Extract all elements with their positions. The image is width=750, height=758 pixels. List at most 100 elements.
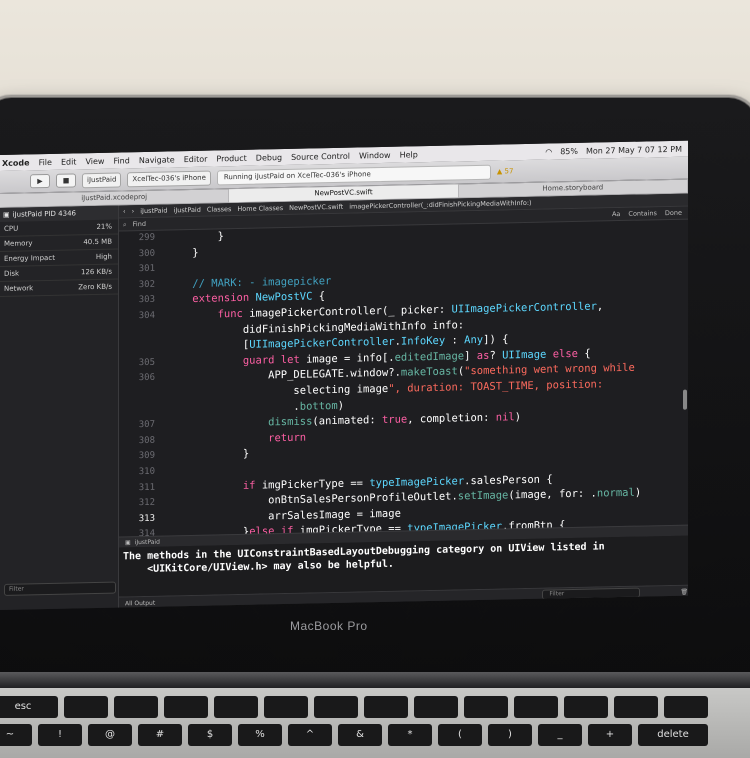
stop-button[interactable]: ■ [56,173,76,187]
menu-help[interactable]: Help [400,150,418,159]
code-area[interactable]: 299 300 301 302 303 304 305 306 307 308 … [119,220,688,537]
play-icon: ▶ [37,177,42,185]
key[interactable]: ! [38,724,82,746]
key[interactable] [214,696,258,718]
debug-navigator: ▣ iJustPaid PID 4346 CPU 21% Memory 40.5… [0,206,119,610]
line-number: 304 [119,309,155,325]
key[interactable] [64,696,108,718]
match-case-button[interactable]: Aa [612,210,620,218]
search-icon: ⌕ [123,220,127,229]
source-editor: ‹ › iJustPaid iJustPaid Classes Home Cla… [119,194,688,610]
line-number: 307 [119,418,155,434]
run-button[interactable]: ▶ [30,174,50,188]
debug-target-icon: ▣ [125,539,131,546]
output-selector[interactable]: All Output [125,599,155,607]
forward-icon[interactable]: › [132,207,135,215]
stop-icon: ■ [63,177,70,185]
key[interactable]: $ [188,724,232,746]
key[interactable]: & [338,724,382,746]
editor-scrollbar[interactable] [683,390,687,410]
line-number: 305 [119,356,155,372]
line-number: 308 [119,433,155,449]
gauge-network[interactable]: Network Zero KB/s [0,280,118,297]
jump-item[interactable]: iJustPaid [140,206,167,215]
key[interactable] [514,696,558,718]
keyboard: esc ~ ! @ # $ % ^ & * ( ) _ + delete [0,688,750,758]
line-number: 303 [119,293,155,309]
menu-debug[interactable]: Debug [256,153,282,163]
key[interactable]: % [238,724,282,746]
clock[interactable]: Mon 27 May 7 07 12 PM [586,144,682,155]
line-number: 299 [119,231,155,247]
key[interactable]: + [588,724,632,746]
key[interactable]: * [388,724,432,746]
process-name: iJustPaid PID 4346 [13,209,76,218]
trash-icon[interactable]: 🗑 [680,588,688,595]
key[interactable]: ) [488,724,532,746]
code-lines[interactable]: } } // MARK: - imagepicker extension New… [159,220,688,536]
key[interactable]: delete [638,724,708,746]
ide-body: ▣ iJustPaid PID 4346 CPU 21% Memory 40.5… [0,194,688,610]
app-icon: ▣ [3,211,10,219]
menu-view[interactable]: View [85,156,104,165]
gauge-value: High [96,253,112,261]
key[interactable] [364,696,408,718]
wifi-icon[interactable]: ◠ [545,147,552,156]
find-options: Aa Contains Done [612,209,688,219]
key[interactable]: ^ [288,724,332,746]
line-number [119,387,155,403]
key[interactable] [114,696,158,718]
gauge-label: Disk [4,270,19,278]
jump-item[interactable]: iJustPaid [174,206,201,215]
laptop-brand-label: MacBook Pro [290,619,368,633]
gauge-label: Network [4,284,33,293]
menu-app-name[interactable]: Xcode [2,158,30,168]
key[interactable] [414,696,458,718]
jump-item[interactable]: Home Classes [237,204,283,213]
find-label[interactable]: Find [133,220,146,228]
menu-extras: ◠ 85% Mon 27 May 7 07 12 PM [545,144,688,156]
jump-item[interactable]: Classes [207,205,232,214]
back-icon[interactable]: ‹ [123,207,126,215]
menu-find[interactable]: Find [113,156,129,165]
find-done-button[interactable]: Done [665,209,682,217]
key[interactable] [564,696,608,718]
gauge-label: Energy Impact [4,254,55,263]
menu-editor[interactable]: Editor [184,154,208,163]
key[interactable] [614,696,658,718]
function-key-row: esc [0,696,708,718]
key[interactable]: # [138,724,182,746]
line-number: 314 [119,527,155,536]
navigator-filter-input[interactable]: Filter [4,582,116,596]
jump-item[interactable]: NewPostVC.swift [289,203,343,212]
warning-count-value: 57 [504,167,513,175]
line-number: 300 [119,246,155,262]
menu-file[interactable]: File [39,157,52,166]
menu-source-control[interactable]: Source Control [291,151,350,161]
line-number: 311 [119,480,155,496]
key[interactable]: ~ [0,724,32,746]
key[interactable]: ( [438,724,482,746]
key[interactable] [164,696,208,718]
device-selector[interactable]: XcelTec-036's iPhone [127,170,210,187]
menu-edit[interactable]: Edit [61,157,77,166]
menu-navigate[interactable]: Navigate [139,155,175,165]
menu-window[interactable]: Window [359,150,391,160]
debug-target[interactable]: iJustPaid [135,538,160,546]
battery-percent[interactable]: 85% [560,146,578,155]
key[interactable] [264,696,308,718]
gauge-value: 40.5 MB [83,238,112,247]
menu-product[interactable]: Product [216,153,246,163]
key[interactable] [464,696,508,718]
scheme-selector[interactable]: iJustPaid [82,172,121,188]
key[interactable]: _ [538,724,582,746]
key[interactable] [664,696,708,718]
find-mode-select[interactable]: Contains [628,209,656,218]
key[interactable] [314,696,358,718]
key[interactable]: esc [0,696,58,718]
laptop-hinge [0,672,750,688]
line-number: 306 [119,371,155,387]
key[interactable]: @ [88,724,132,746]
jump-item[interactable]: imagePickerController(_:didFinishPicking… [349,199,531,211]
warning-count[interactable]: ▲ 57 [497,167,514,175]
